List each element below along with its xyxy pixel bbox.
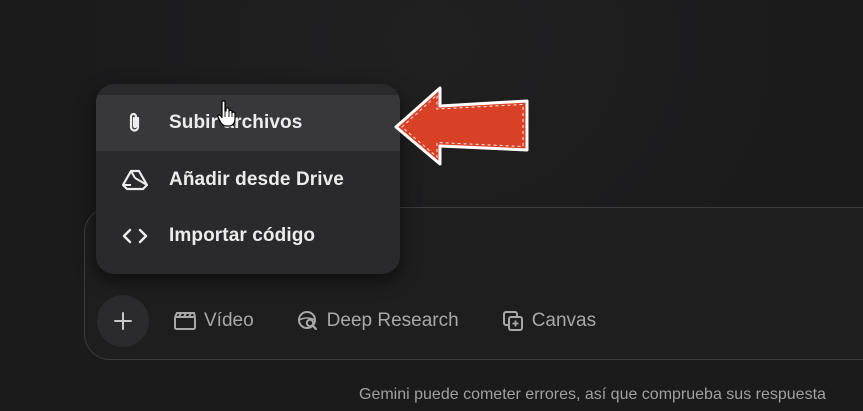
- menu-item-label: Añadir desde Drive: [169, 169, 344, 190]
- app-window: Vídeo Deep Research Canvas Subir archivo…: [0, 0, 863, 411]
- video-tool-label: Vídeo: [204, 310, 254, 331]
- attachment-menu: Subir archivos Añadir desde Drive Import…: [96, 84, 400, 274]
- canvas-tool-label: Canvas: [531, 310, 597, 331]
- code-icon: [122, 227, 148, 245]
- paperclip-icon: [122, 111, 148, 135]
- deep-research-tool-label: Deep Research: [326, 310, 459, 331]
- menu-item-add-from-drive[interactable]: Añadir desde Drive: [96, 152, 400, 208]
- globe-search-icon: [297, 311, 317, 331]
- video-tool-button[interactable]: Vídeo: [173, 310, 254, 332]
- add-attachment-button[interactable]: [97, 295, 149, 347]
- menu-item-upload-files[interactable]: Subir archivos: [96, 95, 400, 151]
- disclaimer-text: Gemini puede cometer errores, así que co…: [359, 386, 826, 403]
- canvas-icon: [502, 311, 523, 331]
- canvas-tool-button[interactable]: Canvas: [501, 309, 596, 333]
- hand-cursor-icon: [217, 100, 236, 127]
- menu-item-label: Importar código: [169, 225, 316, 246]
- plus-icon: [114, 312, 132, 330]
- drive-icon: [122, 169, 148, 191]
- menu-item-import-code[interactable]: Importar código: [96, 208, 400, 264]
- deep-research-tool-button[interactable]: Deep Research: [296, 309, 459, 333]
- clapperboard-icon: [174, 312, 196, 330]
- input-toolbar: Vídeo Deep Research Canvas: [97, 294, 638, 348]
- red-arrow-icon: [394, 86, 529, 166]
